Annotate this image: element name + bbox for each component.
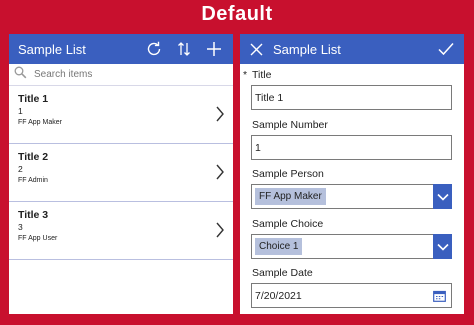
sample-choice-selected: Choice 1	[255, 238, 303, 255]
calendar-icon[interactable]	[431, 287, 448, 304]
sample-person-selected: FF App Maker	[255, 188, 326, 205]
title-value: Title 1	[255, 91, 284, 104]
item-number: 1	[18, 106, 23, 116]
sample-number-label: Sample Number	[252, 119, 328, 131]
banner-title: Default	[201, 3, 273, 25]
sample-date-picker[interactable]: 7/20/2021	[251, 283, 452, 308]
item-number: 3	[18, 222, 23, 232]
form-header: Sample List	[240, 34, 464, 64]
sample-date-value: 7/20/2021	[255, 289, 302, 302]
list-screen: Sample List Search items Title 1 1 FF Ap…	[9, 34, 233, 314]
checkmark-icon[interactable]	[436, 34, 456, 64]
search-icon	[14, 66, 27, 84]
list-title: Sample List	[18, 41, 86, 57]
item-title: Title 2	[18, 151, 49, 163]
sample-person-label: Sample Person	[252, 168, 324, 180]
item-number: 2	[18, 164, 23, 174]
form-screen: Sample List * Title Title 1 Sample Numbe…	[240, 34, 464, 314]
chevron-down-icon[interactable]	[433, 234, 452, 259]
sample-date-label: Sample Date	[252, 267, 313, 279]
add-icon[interactable]	[204, 34, 224, 64]
item-person: FF App Maker	[18, 119, 62, 126]
search-box[interactable]: Search items	[9, 64, 233, 86]
item-person: FF App User	[18, 235, 58, 242]
sample-choice-dropdown[interactable]: Choice 1	[251, 234, 452, 259]
item-person: FF Admin	[18, 177, 48, 184]
search-input[interactable]: Search items	[34, 69, 92, 80]
title-label: Title	[252, 69, 272, 81]
sample-number-value: 1	[255, 141, 261, 154]
chevron-right-icon[interactable]	[216, 222, 224, 243]
item-title: Title 1	[18, 93, 49, 105]
chevron-down-icon[interactable]	[433, 184, 452, 209]
chevron-right-icon[interactable]	[216, 164, 224, 185]
refresh-icon[interactable]	[143, 34, 165, 64]
item-title: Title 3	[18, 209, 49, 221]
form-title: Sample List	[273, 41, 341, 57]
list-item[interactable]: Title 1 1 FF App Maker	[9, 86, 233, 144]
list-item[interactable]: Title 3 3 FF App User	[9, 202, 233, 260]
required-marker: *	[243, 69, 248, 81]
sort-icon[interactable]	[175, 34, 193, 64]
list-item[interactable]: Title 2 2 FF Admin	[9, 144, 233, 202]
sample-number-field[interactable]: 1	[251, 135, 452, 160]
chevron-right-icon[interactable]	[216, 106, 224, 127]
sample-person-dropdown[interactable]: FF App Maker	[251, 184, 452, 209]
list-header: Sample List	[9, 34, 233, 64]
title-field[interactable]: Title 1	[251, 85, 452, 110]
close-icon[interactable]	[247, 34, 265, 64]
sample-choice-label: Sample Choice	[252, 218, 324, 230]
